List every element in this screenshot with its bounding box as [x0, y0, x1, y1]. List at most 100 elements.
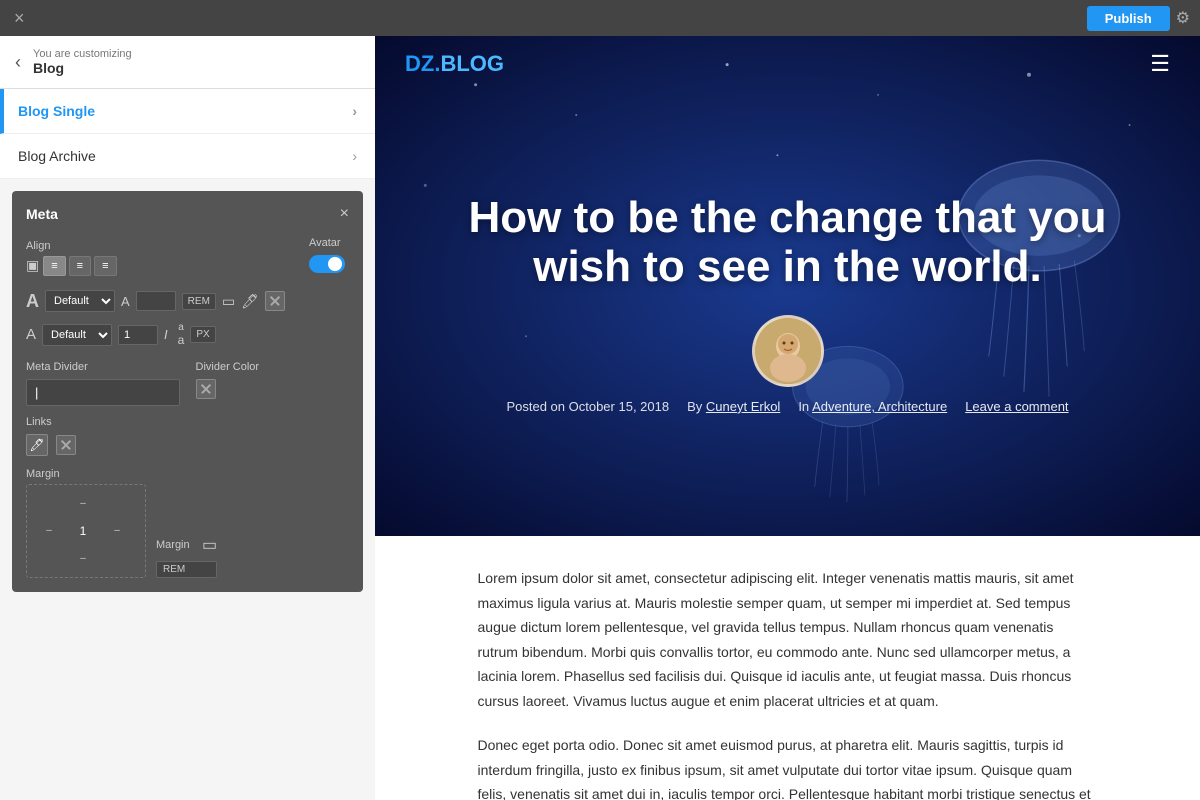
font-size-large-icon: A: [26, 291, 39, 312]
top-bar-left: ×: [10, 9, 29, 27]
margin-cell-top: [67, 491, 99, 516]
close-panel-button[interactable]: ×: [340, 205, 349, 223]
link-icons: 🖊: [26, 434, 349, 456]
align-right-button[interactable]: ≡: [94, 256, 116, 276]
margin-unit-badge: REM: [156, 561, 217, 578]
lowercase-label: a: [178, 333, 185, 347]
publish-button[interactable]: Publish: [1087, 6, 1170, 31]
author-avatar: [752, 315, 824, 387]
margin-cell-right: [101, 518, 133, 543]
blog-header: DZ.BLOG ☰ How to be the change that you …: [375, 36, 1200, 536]
blog-logo: DZ.BLOG: [405, 51, 504, 77]
margin-cell-tr: [101, 491, 133, 516]
left-panel: ‹ You are customizing Blog Blog Single ›…: [0, 36, 375, 800]
font-size-input-1[interactable]: [136, 291, 176, 311]
blog-paragraph-2: Donec eget porta odio. Donec sit amet eu…: [478, 733, 1098, 800]
customizer-header: ‹ You are customizing Blog: [0, 36, 375, 89]
clear-icon-1[interactable]: [265, 291, 285, 311]
hamburger-icon[interactable]: ☰: [1150, 51, 1170, 77]
margin-cell-bottom: [67, 546, 99, 571]
blog-content: Lorem ipsum dolor sit amet, consectetur …: [458, 536, 1118, 800]
blog-nav: DZ.BLOG ☰: [375, 36, 1200, 92]
margin-cell-center: [67, 518, 99, 543]
blog-paragraph-1: Lorem ipsum dolor sit amet, consectetur …: [478, 566, 1098, 713]
links-label: Links: [26, 416, 349, 428]
align-group: ≡ ≡ ≡: [43, 256, 116, 276]
margin-right-input[interactable]: [107, 525, 127, 536]
margin-cell-br: [101, 546, 133, 571]
divider-section: Meta Divider Divider Color: [26, 357, 349, 416]
author-link[interactable]: Cuneyt Erkol: [706, 399, 780, 414]
margin-grid: [33, 491, 133, 571]
font-style-select-2[interactable]: Default: [42, 324, 112, 346]
top-bar-right: Publish ⚙: [1087, 6, 1190, 31]
meta-divider-col: Meta Divider: [26, 357, 180, 416]
meta-divider-label: Meta Divider: [26, 361, 180, 373]
sidebar-item-blog-archive[interactable]: Blog Archive ›: [0, 134, 375, 179]
divider-color-clear-icon[interactable]: [196, 379, 216, 399]
font-controls-row-1: A Default A REM ▭ 🖊: [26, 290, 349, 312]
margin-cell-tl: [33, 491, 65, 516]
uppercase-label: a: [178, 322, 184, 333]
align-left-button[interactable]: ≡: [43, 256, 65, 276]
font-controls-row-2: A Default I a a PX: [26, 322, 349, 347]
chevron-right-icon: ›: [352, 103, 357, 119]
avatar-label: Avatar: [309, 237, 349, 249]
links-section: Links 🖊: [26, 416, 349, 456]
logo-blog: BLOG: [440, 51, 504, 76]
avatar-toggle[interactable]: [309, 255, 345, 273]
margin-center-input[interactable]: [73, 524, 93, 538]
rem-badge: REM: [182, 293, 216, 310]
logo-dz: DZ.: [405, 51, 440, 76]
customizing-name: Blog: [33, 60, 132, 76]
align-center-button[interactable]: ≡: [69, 256, 91, 276]
margin-left-input[interactable]: [39, 525, 59, 536]
leave-comment-link[interactable]: Leave a comment: [965, 399, 1068, 414]
divider-color-label: Divider Color: [196, 361, 350, 373]
margin-top-input[interactable]: [73, 498, 93, 509]
close-button[interactable]: ×: [10, 9, 29, 27]
margin-cell-left: [33, 518, 65, 543]
margin-cell-bl: [33, 546, 65, 571]
main-layout: ‹ You are customizing Blog Blog Single ›…: [0, 36, 1200, 800]
align-section: Align ▣ ≡ ≡ ≡: [26, 240, 117, 276]
font-size-input-2[interactable]: [118, 325, 158, 345]
chevron-right-icon: ›: [352, 148, 357, 164]
right-panel: DZ.BLOG ☰ How to be the change that you …: [375, 36, 1200, 800]
font-size-small-icon: A: [121, 294, 130, 309]
margin-monitor-icon: ▭: [202, 535, 217, 555]
sidebar-item-label: Blog Archive: [18, 148, 96, 164]
posted-on: Posted on October 15, 2018: [506, 399, 669, 414]
blog-meta-info: Posted on October 15, 2018 By Cuneyt Erk…: [506, 399, 1068, 414]
italic-icon: I: [164, 327, 168, 342]
color-icon-1: 🖊: [241, 293, 259, 310]
align-label: Align: [26, 240, 117, 252]
meta-panel: Meta × Align ▣ ≡ ≡ ≡: [12, 191, 363, 592]
divider-color-col: Divider Color: [196, 357, 350, 416]
margin-top-label: Margin: [26, 468, 146, 480]
settings-button[interactable]: ⚙: [1176, 8, 1190, 28]
margin-bottom-input[interactable]: [73, 553, 93, 564]
sidebar-item-blog-single[interactable]: Blog Single ›: [0, 89, 375, 134]
categories-link[interactable]: Adventure, Architecture: [812, 399, 947, 414]
back-button[interactable]: ‹: [15, 52, 21, 73]
customizing-label: You are customizing: [33, 48, 132, 60]
blog-title: How to be the change that you wish to se…: [435, 194, 1140, 291]
margin-section: Margin: [26, 468, 349, 578]
sidebar-item-label: Blog Single: [18, 103, 95, 119]
meta-panel-title: Meta: [26, 206, 58, 222]
margin-controls: Margin ▭ REM: [156, 468, 217, 578]
blog-hero-content: How to be the change that you wish to se…: [375, 92, 1200, 536]
monitor-icon: ▭: [222, 293, 235, 310]
meta-divider-input[interactable]: [26, 379, 180, 406]
categories-info: In Adventure, Architecture: [798, 399, 947, 414]
font-size-med-icon: A: [26, 326, 36, 343]
align-avatar-row: Align ▣ ≡ ≡ ≡ Avatar: [26, 237, 349, 278]
font-style-select-1[interactable]: Default: [45, 290, 115, 312]
link-color-icon[interactable]: 🖊: [26, 434, 48, 456]
author-info: By Cuneyt Erkol: [687, 399, 780, 414]
margin-label-2: Margin: [156, 539, 196, 551]
link-clear-icon[interactable]: [56, 435, 76, 455]
top-bar: × Publish ⚙: [0, 0, 1200, 36]
margin-box: [26, 484, 146, 578]
